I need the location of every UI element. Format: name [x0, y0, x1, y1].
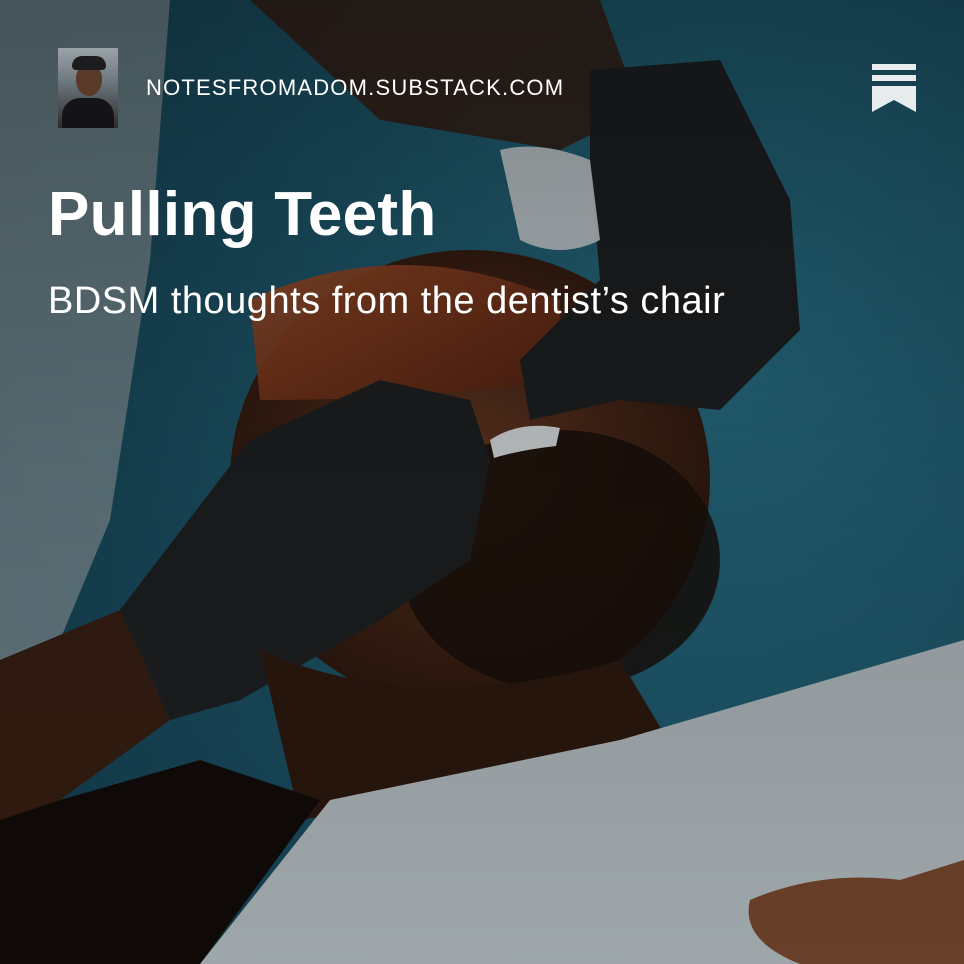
publication-header: NOTESFROMADOM.SUBSTACK.COM: [58, 48, 916, 128]
avatar-jacket: [62, 98, 114, 128]
substack-bookmark-icon[interactable]: [872, 64, 916, 112]
author-avatar[interactable]: [58, 48, 118, 128]
post-title: Pulling Teeth: [48, 180, 437, 249]
image-darken-overlay: [0, 0, 964, 964]
post-share-card: NOTESFROMADOM.SUBSTACK.COM Pulling Teeth…: [0, 0, 964, 964]
post-subtitle: BDSM thoughts from the dentist’s chair: [48, 280, 726, 322]
avatar-hat: [72, 56, 106, 70]
publication-domain[interactable]: NOTESFROMADOM.SUBSTACK.COM: [146, 75, 564, 101]
